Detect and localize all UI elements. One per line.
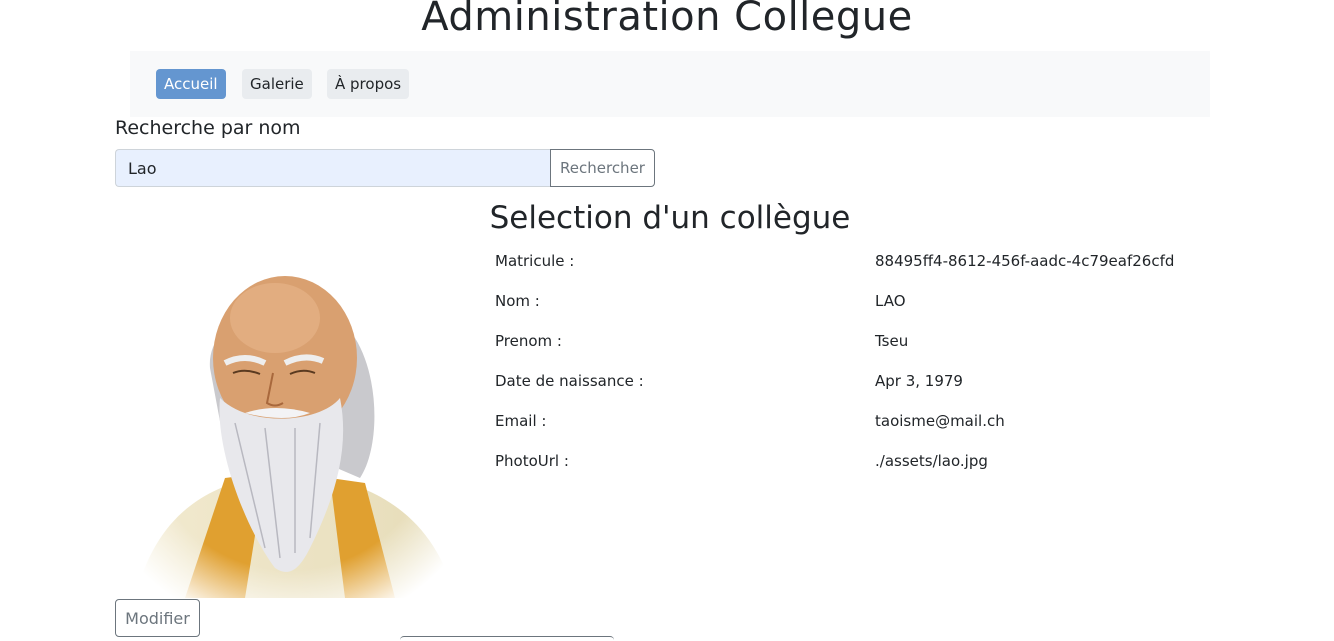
colleague-photo	[115, 248, 465, 598]
nav-item-accueil[interactable]: Accueil	[156, 69, 226, 99]
partially-visible-button[interactable]	[400, 636, 614, 641]
nav-item-galerie[interactable]: Galerie	[242, 69, 312, 99]
detail-label: Prenom :	[495, 332, 562, 350]
search-button[interactable]: Rechercher	[550, 149, 655, 187]
detail-value: taoisme@mail.ch	[875, 412, 1005, 430]
modify-button[interactable]: Modifier	[115, 599, 200, 637]
selection-title: Selection d'un collègue	[489, 200, 851, 236]
detail-label: Date de naissance :	[495, 372, 644, 390]
detail-label: Email :	[495, 412, 547, 430]
detail-label: Matricule :	[495, 252, 575, 270]
detail-value: ./assets/lao.jpg	[875, 452, 988, 470]
detail-value: 88495ff4-8612-456f-aadc-4c79eaf26cfd	[875, 252, 1175, 270]
page-title: Administration Collegue	[421, 0, 913, 40]
detail-value: LAO	[875, 292, 906, 310]
detail-label: Nom :	[495, 292, 540, 310]
detail-value: Tseu	[875, 332, 909, 350]
nav-item-a-propos[interactable]: À propos	[327, 69, 410, 99]
navbar: Accueil Galerie À propos	[130, 51, 1210, 117]
search-input[interactable]	[115, 149, 551, 187]
detail-label: PhotoUrl :	[495, 452, 569, 470]
search-label: Recherche par nom	[115, 117, 301, 139]
detail-value: Apr 3, 1979	[875, 372, 963, 390]
